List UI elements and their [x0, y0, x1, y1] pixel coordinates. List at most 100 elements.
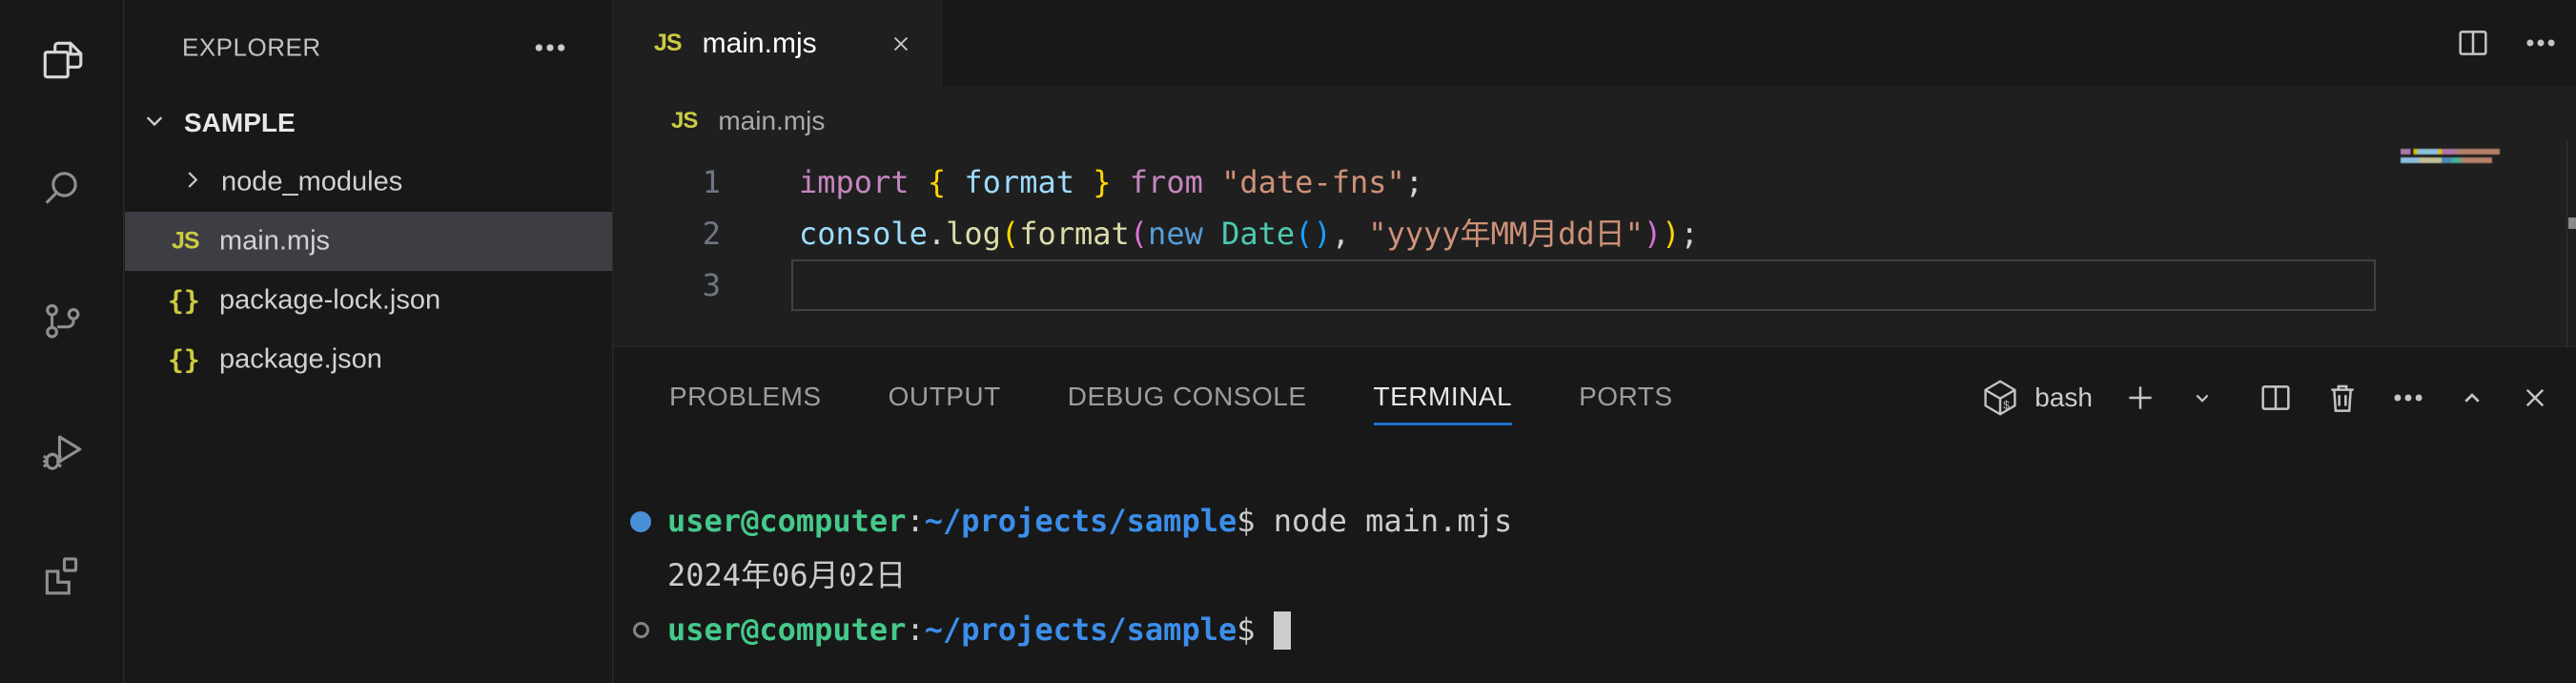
- terminal-command-row: user@computer:~/projects/sample$ node ma…: [614, 494, 2576, 548]
- code-token: import: [799, 164, 928, 200]
- code-token: .: [928, 216, 946, 252]
- maximize-panel-chevron-up-icon[interactable]: [2455, 381, 2489, 415]
- code-line[interactable]: 1 import { format } from "date-fns";: [614, 156, 2462, 208]
- overview-ruler[interactable]: [2566, 141, 2576, 346]
- json-file-icon: {}: [168, 285, 200, 317]
- new-terminal-icon[interactable]: [2121, 379, 2159, 417]
- terminal-command: node main.mjs: [1256, 494, 1513, 548]
- code-token: ): [1644, 216, 1662, 252]
- overview-cursor-marker: [2568, 217, 2576, 229]
- split-editor-icon[interactable]: [2454, 24, 2492, 62]
- code-token: Date: [1221, 216, 1295, 252]
- minimap-line: [2401, 157, 2492, 163]
- code-token: format: [1019, 216, 1130, 252]
- tree-item-label: node_modules: [221, 167, 402, 198]
- code-token: [1112, 164, 1130, 200]
- terminal-cursor: [1274, 611, 1291, 650]
- more-actions-icon[interactable]: [531, 29, 569, 67]
- prompt-dollar: $: [1237, 603, 1255, 657]
- prompt-path: ~/projects/sample: [925, 603, 1237, 657]
- sidebar-item-extensions[interactable]: [0, 540, 123, 612]
- extensions-icon: [38, 550, 86, 603]
- prompt-separator: :: [906, 494, 924, 548]
- run-and-debug-icon: [38, 427, 86, 480]
- line-number[interactable]: 2: [614, 208, 721, 259]
- chevron-down-icon: [139, 106, 170, 141]
- terminal-actions: $ bash: [1979, 370, 2552, 425]
- code-token: "yyyy年MM月dd日": [1368, 216, 1644, 252]
- tab-label: main.mjs: [703, 28, 817, 60]
- code-line[interactable]: 3: [614, 259, 2462, 311]
- svg-text:$: $: [2003, 400, 2010, 413]
- chevron-right-icon: [178, 166, 207, 199]
- javascript-file-icon: JS: [654, 30, 682, 57]
- explorer-section-sample[interactable]: SAMPLE: [125, 93, 612, 153]
- minimap-line: [2401, 149, 2500, 155]
- prompt-dollar: $: [1237, 494, 1255, 548]
- explorer-sidebar: EXPLORER SAMPLE node_modules JS main.mjs…: [125, 0, 613, 683]
- files-icon: [38, 36, 86, 89]
- editor-tab-bar: JS main.mjs: [614, 0, 2576, 86]
- sidebar-item-search[interactable]: [0, 155, 123, 227]
- more-actions-icon[interactable]: [2390, 380, 2426, 416]
- tab-ports[interactable]: PORTS: [1579, 370, 1672, 425]
- code-line[interactable]: 2console.log(format(new Date(), "yyyy年MM…: [614, 208, 2462, 259]
- activity-bar: [0, 0, 124, 683]
- close-icon[interactable]: [888, 31, 914, 57]
- tab-terminal[interactable]: TERMINAL: [1374, 370, 1513, 425]
- code-token: console: [799, 216, 928, 252]
- terminal-output-text: 2024年06月02日: [667, 548, 906, 603]
- shell-label[interactable]: bash: [2034, 383, 2093, 413]
- code-token: ;: [1405, 164, 1423, 200]
- code-token: log: [946, 216, 1001, 252]
- code-token: {: [928, 164, 965, 200]
- editor-group-actions: [2454, 0, 2559, 86]
- command-decoration-pending-icon[interactable]: [614, 622, 667, 638]
- code-token: ): [1662, 216, 1680, 252]
- code-lines: 1 import { format } from "date-fns"; 2 cons…: [614, 156, 2462, 311]
- close-panel-icon[interactable]: [2518, 381, 2552, 415]
- code-token: format: [964, 164, 1074, 200]
- json-file-icon: {}: [168, 344, 200, 376]
- code-token: (: [1001, 216, 1019, 252]
- explorer-title: EXPLORER: [182, 33, 321, 63]
- sidebar-item-explorer[interactable]: [0, 26, 123, 98]
- breadcrumb[interactable]: JS main.mjs: [614, 86, 825, 156]
- sidebar-item-source-control[interactable]: [0, 286, 123, 359]
- terminal-bash-icon: $: [1979, 377, 2021, 419]
- code-editor[interactable]: JS main.mjs 1 import { format } from "dat…: [614, 86, 2576, 346]
- breadcrumb-item[interactable]: main.mjs: [718, 106, 825, 136]
- tree-item-main-mjs[interactable]: JS main.mjs: [125, 212, 612, 271]
- prompt-separator: :: [906, 603, 924, 657]
- minimap[interactable]: [2401, 149, 2505, 166]
- kill-terminal-trash-icon[interactable]: [2323, 379, 2361, 417]
- code-token: "date-fns": [1221, 164, 1405, 200]
- tab-output[interactable]: OUTPUT: [889, 370, 1001, 425]
- section-label: SAMPLE: [184, 108, 296, 138]
- launch-profile-chevron-icon[interactable]: [2188, 383, 2217, 412]
- tab-problems[interactable]: PROBLEMS: [669, 370, 822, 425]
- tree-item-package-json[interactable]: {} package.json: [125, 330, 612, 389]
- terminal-output[interactable]: user@computer:~/projects/sample$ node ma…: [614, 494, 2576, 657]
- terminal-output-row: 2024年06月02日: [614, 548, 2576, 603]
- line-number[interactable]: 1: [614, 156, 721, 208]
- sidebar-item-run-and-debug[interactable]: [0, 417, 123, 489]
- command-decoration-success-icon[interactable]: [614, 511, 667, 532]
- tab-debug-console[interactable]: DEBUG CONSOLE: [1068, 370, 1307, 425]
- tree-item-label: package-lock.json: [219, 285, 440, 317]
- tree-item-package-lock-json[interactable]: {} package-lock.json: [125, 271, 612, 330]
- code-token: from: [1130, 164, 1221, 200]
- code-text: import { format } from "date-fns";: [799, 156, 1423, 208]
- code-token: (): [1295, 216, 1332, 252]
- tab-main-mjs[interactable]: JS main.mjs: [614, 0, 942, 87]
- line-number[interactable]: 3: [614, 259, 721, 311]
- panel-tab-bar: PROBLEMS OUTPUT DEBUG CONSOLE TERMINAL P…: [669, 370, 1673, 425]
- prompt-user: user@computer: [667, 603, 906, 657]
- code-token: }: [1074, 164, 1112, 200]
- more-actions-icon[interactable]: [2523, 25, 2559, 61]
- tree-item-label: main.mjs: [219, 226, 330, 258]
- split-terminal-icon[interactable]: [2257, 379, 2295, 417]
- tree-item-node-modules[interactable]: node_modules: [125, 153, 612, 212]
- source-control-icon: [38, 297, 86, 349]
- javascript-file-icon: JS: [671, 108, 697, 135]
